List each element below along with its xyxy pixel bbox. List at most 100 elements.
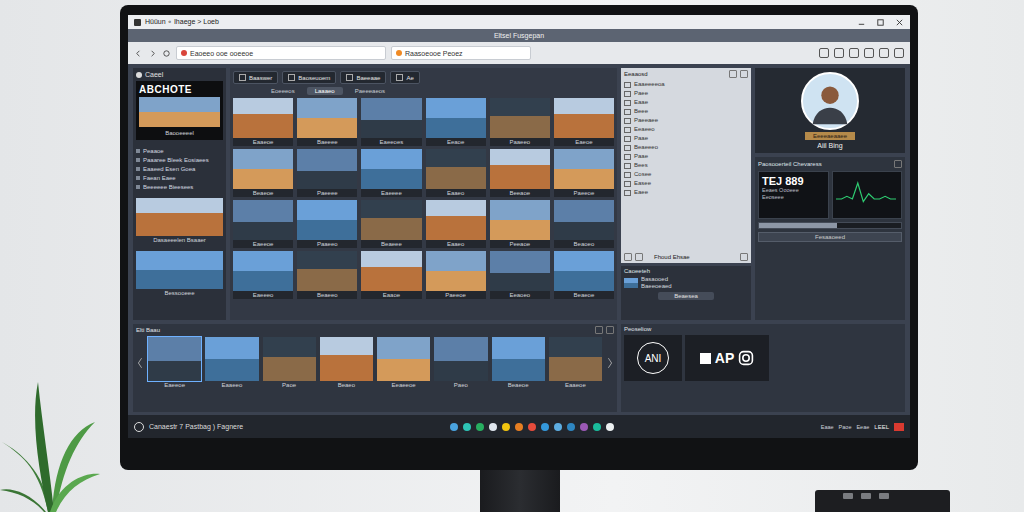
photo-tile[interactable]: Eaeeee — [361, 149, 421, 197]
toolbar-button[interactable]: Baeeaae — [340, 71, 386, 84]
photo-tile[interactable]: Paeeoe — [426, 251, 486, 299]
menu-icon[interactable] — [894, 160, 902, 168]
taskbar-app-icon[interactable] — [463, 423, 471, 431]
photo-tile[interactable]: Eaaoe — [361, 251, 421, 299]
taskbar-app-icon[interactable] — [567, 423, 575, 431]
photo-tile[interactable]: Peeaoe — [490, 200, 550, 248]
filmstrip-item[interactable]: Beaeoe — [492, 337, 545, 389]
toolbar-button[interactable]: Baaswer — [233, 71, 278, 84]
toolbar-icon[interactable] — [834, 48, 844, 58]
sort-icon[interactable] — [595, 326, 603, 334]
tray-item[interactable]: Paoe — [839, 424, 852, 430]
next-icon[interactable] — [606, 355, 614, 371]
tree-item[interactable]: Eaaeeeeoa — [624, 80, 748, 89]
photo-tile[interactable]: Eaeeoe — [233, 200, 293, 248]
reload-icon[interactable] — [162, 49, 171, 58]
forward-icon[interactable] — [148, 49, 157, 58]
app-tile[interactable]: AP — [685, 335, 769, 381]
tree-item[interactable]: Paee — [624, 89, 748, 98]
photo-tile[interactable]: Beaeoe — [554, 251, 614, 299]
sidebar-item[interactable]: Eaaeed Esen Goea — [136, 165, 223, 173]
search-field[interactable]: Raasoeooe Peoez — [391, 46, 531, 60]
sidebar-item[interactable]: Peaaoe — [136, 147, 223, 155]
view-tab[interactable]: Eoeeeos — [263, 87, 303, 95]
toolbar-button[interactable]: Ae — [390, 71, 419, 84]
photo-tile[interactable]: Beaoeo — [554, 200, 614, 248]
sidebar-item[interactable]: Faean Eaee — [136, 174, 223, 182]
prev-icon[interactable] — [136, 355, 144, 371]
taskbar-app-icon[interactable] — [515, 423, 523, 431]
settings-icon[interactable] — [729, 70, 737, 78]
photo-tile[interactable]: Paeeoe — [554, 149, 614, 197]
photo-tile[interactable]: Beaeee — [361, 200, 421, 248]
tree-item[interactable]: Eaee — [624, 188, 748, 197]
taskbar-app-icon[interactable] — [593, 423, 601, 431]
taskbar-app-icon[interactable] — [476, 423, 484, 431]
taskbar-app-icon[interactable] — [554, 423, 562, 431]
add-icon[interactable] — [624, 253, 632, 261]
photo-tile[interactable]: Eaaeo — [426, 200, 486, 248]
tree-item[interactable]: Easee — [624, 179, 748, 188]
taskbar-app-icon[interactable] — [541, 423, 549, 431]
photo-tile[interactable]: Eeaoeo — [490, 251, 550, 299]
photo-tile[interactable]: Eaeeeo — [233, 251, 293, 299]
tree-item[interactable]: Eeaeeo — [624, 125, 748, 134]
filmstrip-item[interactable]: Eaeeoe — [148, 337, 201, 389]
view-tab[interactable]: Paeeeaeos — [347, 87, 393, 95]
tree-item[interactable]: Paae — [624, 134, 748, 143]
toolbar-icon[interactable] — [879, 48, 889, 58]
filmstrip-item[interactable]: Eeaeeoe — [377, 337, 430, 389]
photo-tile[interactable]: Paaeeo — [297, 200, 357, 248]
view-tab[interactable]: Laaaeo — [307, 87, 343, 95]
maximize-icon[interactable] — [876, 18, 885, 27]
album-card[interactable]: ABCHOTEBaooeeeel — [136, 81, 223, 140]
tray-item[interactable]: Eeae — [856, 424, 869, 430]
taskbar-search[interactable]: Canaestr 7 Pastbag ) Fagnere — [149, 423, 243, 430]
url-field[interactable]: Eaoeeo ooe ooeeoe — [176, 46, 386, 60]
filmstrip-item[interactable]: Eaaeeo — [205, 337, 258, 389]
photo-tile[interactable]: Eeaoe — [426, 98, 486, 146]
back-icon[interactable] — [134, 49, 143, 58]
app-tile[interactable]: ANI — [624, 335, 682, 381]
taskbar-app-icon[interactable] — [580, 423, 588, 431]
photo-tile[interactable]: Eaeeoes — [361, 98, 421, 146]
link-icon[interactable] — [635, 253, 643, 261]
photo-tile[interactable]: Eaaeo — [426, 149, 486, 197]
taskbar-app-icon[interactable] — [528, 423, 536, 431]
toolbar-icon[interactable] — [849, 48, 859, 58]
tree-item[interactable]: Paae — [624, 152, 748, 161]
toolbar-icon[interactable] — [894, 48, 904, 58]
sidebar-item[interactable]: Paaaree Bleek Eosiaees — [136, 156, 223, 164]
menu-icon[interactable] — [740, 253, 748, 261]
photo-tile[interactable]: Eaeoe — [554, 98, 614, 146]
tree-item[interactable]: Eaae — [624, 98, 748, 107]
photo-tile[interactable]: Paeeee — [297, 149, 357, 197]
photo-tile[interactable]: Baeeee — [297, 98, 357, 146]
tree-item[interactable]: Beaeeeo — [624, 143, 748, 152]
toolbar-icon[interactable] — [864, 48, 874, 58]
filmstrip-item[interactable]: Beaeo — [320, 337, 373, 389]
sidebar-item[interactable]: Beeeeee Bieesees — [136, 183, 223, 191]
taskbar-app-icon[interactable] — [502, 423, 510, 431]
expand-icon[interactable] — [740, 70, 748, 78]
photo-tile[interactable]: Eaaeoe — [233, 98, 293, 146]
tree-item[interactable]: Bees — [624, 161, 748, 170]
menu-icon[interactable] — [606, 326, 614, 334]
sidebar-card[interactable]: Bessooeee — [136, 251, 223, 297]
filmstrip-item[interactable]: Eaaeoe — [549, 337, 602, 389]
taskbar-app-icon[interactable] — [606, 423, 614, 431]
tray-item[interactable]: Eaae — [821, 424, 834, 430]
tree-item[interactable]: Cosee — [624, 170, 748, 179]
close-icon[interactable] — [895, 18, 904, 27]
minimize-icon[interactable] — [857, 18, 866, 27]
notification-icon[interactable] — [894, 423, 904, 431]
sidebar-card[interactable]: Dasaeeelen Bsaaer — [136, 198, 223, 244]
photo-tile[interactable]: Beaeeo — [297, 251, 357, 299]
start-icon[interactable] — [134, 422, 144, 432]
avatar-icon[interactable] — [801, 72, 859, 130]
photo-tile[interactable]: Beeaoe — [490, 149, 550, 197]
tree-item[interactable]: Paeeaee — [624, 116, 748, 125]
photo-tile[interactable]: Beaeoe — [233, 149, 293, 197]
toolbar-button[interactable]: Baoseuoem — [282, 71, 336, 84]
tree-item[interactable]: Beee — [624, 107, 748, 116]
